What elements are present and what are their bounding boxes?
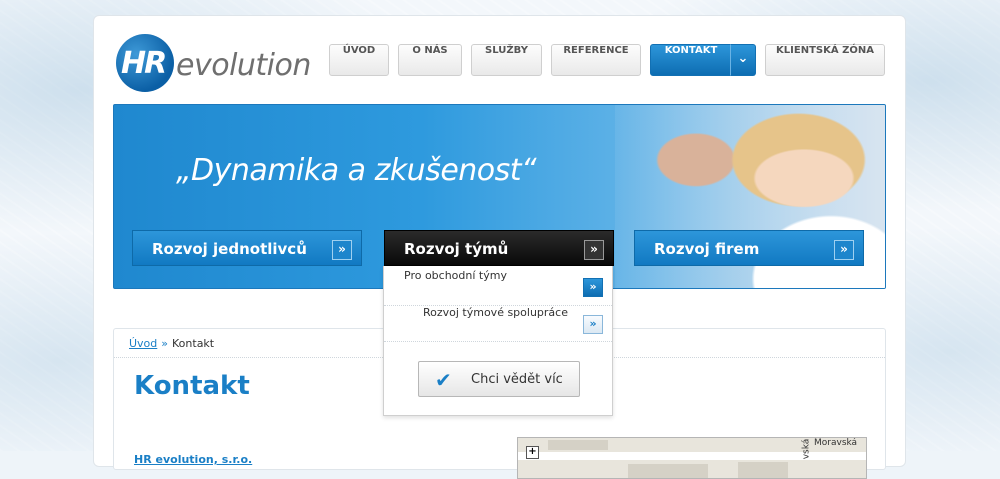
- double-arrow-right-icon: »: [584, 240, 604, 260]
- hero-slogan: „Dynamika a zkušenost“: [176, 153, 537, 188]
- map-block: [548, 440, 608, 450]
- breadcrumb-separator: »: [161, 337, 169, 350]
- map-block: [738, 462, 788, 478]
- map-block: [628, 464, 708, 478]
- logo-wordmark: evolution: [176, 48, 311, 83]
- map-street-label: Moravská: [814, 438, 858, 448]
- map-street-label: vská: [801, 438, 812, 460]
- double-arrow-right-icon: »: [834, 240, 854, 260]
- map-zoom-in-icon[interactable]: +: [526, 446, 539, 459]
- double-chevron-down-icon[interactable]: ⌄: [730, 44, 756, 76]
- nav-item-klientska-zona[interactable]: KLIENTSKÁ ZÓNA: [765, 44, 885, 76]
- nav-item-reference[interactable]: REFERENCE: [551, 44, 641, 76]
- logo-mark: HR: [116, 34, 174, 92]
- team-dropdown-menu: Pro obchodní týmy » Rozvoj týmové spolup…: [383, 266, 613, 416]
- hero-banner: „Dynamika a zkušenost“ Rozvoj jednotlivc…: [113, 104, 886, 289]
- map-embed[interactable]: + Moravská vská: [517, 437, 867, 479]
- double-arrow-right-icon: »: [332, 240, 352, 260]
- nav-item-uvod[interactable]: ÚVOD: [329, 44, 389, 76]
- dropdown-item-rozvoj-tymove-spoluprace[interactable]: Rozvoj týmové spolupráce »: [384, 306, 612, 342]
- page-title: Kontakt: [134, 371, 250, 401]
- company-name-link[interactable]: HR evolution, s.r.o.: [134, 453, 252, 466]
- checkmark-icon: ✔: [435, 368, 452, 392]
- nav-item-o-nas[interactable]: O NÁS: [398, 44, 462, 76]
- breadcrumb: Úvod » Kontakt: [129, 337, 214, 350]
- hero-button-rozvoj-tymu[interactable]: Rozvoj týmů »: [384, 230, 614, 266]
- hero-button-rozvoj-jednotlivcu[interactable]: Rozvoj jednotlivců »: [132, 230, 362, 266]
- breadcrumb-current: Kontakt: [172, 337, 215, 350]
- nav-item-sluzby[interactable]: SLUŽBY: [471, 44, 542, 76]
- logo[interactable]: HR evolution: [116, 34, 311, 94]
- dropdown-item-pro-obchodni-tymy[interactable]: Pro obchodní týmy »: [384, 269, 612, 306]
- nav-item-kontakt[interactable]: KONTAKT: [650, 44, 732, 76]
- breadcrumb-home-link[interactable]: Úvod: [129, 337, 157, 350]
- map-road: [518, 452, 866, 460]
- chci-vedet-vic-button[interactable]: ✔ Chci vědět víc: [418, 361, 580, 397]
- double-arrow-right-icon: »: [583, 278, 603, 297]
- double-arrow-right-icon: »: [583, 315, 603, 334]
- hero-button-rozvoj-firem[interactable]: Rozvoj firem »: [634, 230, 864, 266]
